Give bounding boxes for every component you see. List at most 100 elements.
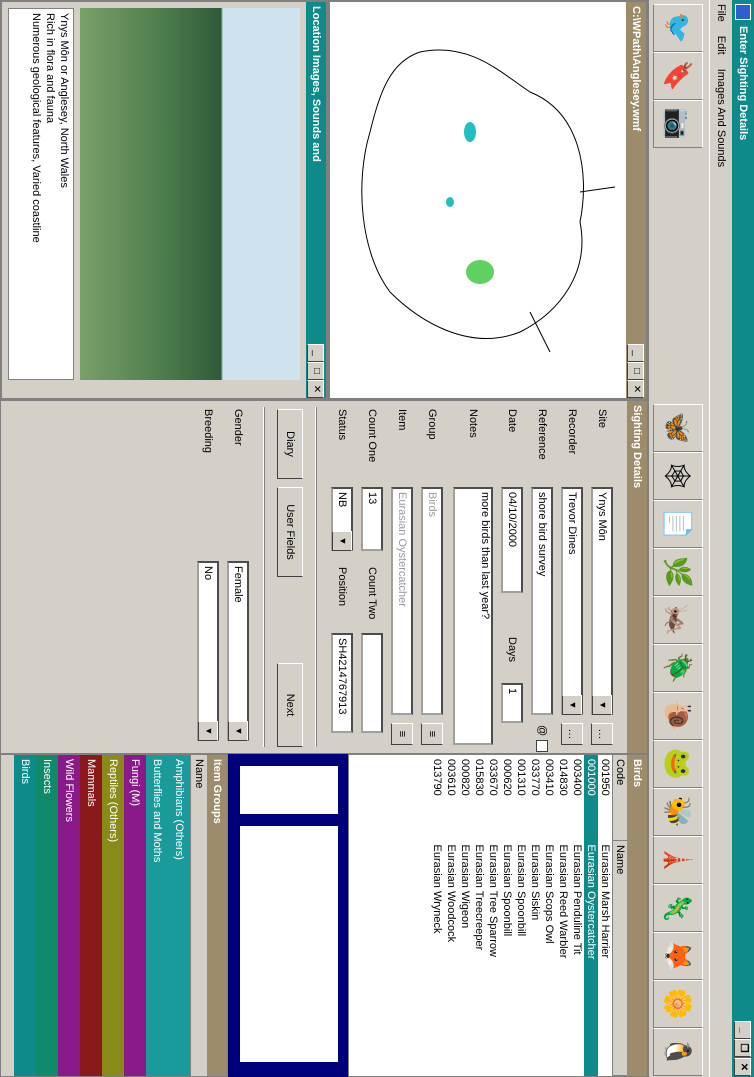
butterfly-icon[interactable]: 🦋 <box>653 404 703 452</box>
group-label: Group <box>426 409 438 440</box>
close-button[interactable]: ✕ <box>734 1058 751 1076</box>
location-photo <box>80 8 300 380</box>
recorder-browse-button[interactable]: … <box>561 723 583 745</box>
group-item[interactable]: Reptiles (Others) <box>102 755 124 1076</box>
days-field[interactable]: 1 <box>501 683 523 723</box>
toolbar: 🐦 🔖 📷 🦋 🕸 📄 🌿 🦗 🪲 🐌 🐸 🐝 🗼 🦎 🦊 🌼 🐧 <box>648 0 710 1077</box>
table-row[interactable]: 001310 Eurasian Spoonbill <box>514 755 528 1076</box>
group-field[interactable]: Birds <box>421 487 443 715</box>
gender-field[interactable]: Female <box>227 561 249 741</box>
table-row-selected[interactable]: 001000 Eurasian Oystercatcher <box>584 755 598 1076</box>
item-field[interactable]: Eurasian Oystercatcher <box>391 487 413 715</box>
at-icon[interactable]: @ <box>536 725 548 736</box>
table-row[interactable]: 033770 Eurasian Siskin <box>528 755 542 1076</box>
site-browse-button[interactable]: … <box>591 723 613 745</box>
item-row: Item Eurasian Oystercatcher ≡ <box>391 409 413 745</box>
flower-icon[interactable]: 🌼 <box>653 980 703 1028</box>
reference-field[interactable]: shore bird survey <box>531 487 553 715</box>
recorder-row: Recorder Trevor Dines ▼ … <box>561 409 583 745</box>
menu-file[interactable]: File <box>715 4 727 22</box>
site-dropdown-icon[interactable]: ▼ <box>592 695 612 715</box>
frog-icon[interactable]: 🐸 <box>653 740 703 788</box>
menu-edit[interactable]: Edit <box>715 36 727 55</box>
bird-face-icon[interactable]: 🐧 <box>653 1028 703 1076</box>
group-list-button[interactable]: ≡ <box>421 723 443 745</box>
recorder-dropdown-icon[interactable]: ▼ <box>562 695 582 715</box>
next-button[interactable]: Next <box>277 663 303 747</box>
table-row[interactable]: 003400 Eurasian Penduline Tit <box>570 755 584 1076</box>
sighting-details-panel: Sighting Details Site Ynys Môn ▼ … Recor… <box>0 400 648 754</box>
bee-icon[interactable]: 🐝 <box>653 788 703 836</box>
fox-icon[interactable]: 🦊 <box>653 932 703 980</box>
recorder-field[interactable]: Trevor Dines <box>561 487 583 715</box>
group-item[interactable]: Mammals <box>80 755 102 1076</box>
group-item[interactable]: Insects <box>36 755 58 1076</box>
location-minimize-button[interactable]: _ <box>307 344 324 362</box>
groups-header: Name <box>190 755 207 1076</box>
count-two-label: Count Two <box>366 567 378 620</box>
table-row[interactable]: 000820 Eurasian Wigeon <box>458 755 472 1076</box>
camera-icon[interactable]: 📷 <box>653 100 703 148</box>
gender-dropdown-icon[interactable]: ▼ <box>228 721 248 741</box>
count-one-field[interactable]: 13 <box>361 487 383 551</box>
diary-button[interactable]: Diary <box>277 409 303 479</box>
snail-icon[interactable]: 🐌 <box>653 692 703 740</box>
notes-icon[interactable]: 📄 <box>653 500 703 548</box>
code-column-header[interactable]: Code <box>612 755 627 841</box>
plant-icon[interactable]: 🌿 <box>653 548 703 596</box>
reference-label: Reference <box>536 409 548 460</box>
location-maximize-button[interactable]: □ <box>307 362 324 380</box>
group-row: Group Birds ≡ <box>421 409 443 745</box>
notes-label: Notes <box>467 409 479 438</box>
item-groups-title: Item Groups <box>207 755 227 1076</box>
date-field[interactable]: 04/10/2000 <box>501 487 523 593</box>
table-row[interactable]: 014830 Eurasian Reed Warbler <box>556 755 570 1076</box>
table-row[interactable]: 000620 Eurasian Spoonbill <box>500 755 514 1076</box>
site-field[interactable]: Ynys Môn <box>591 487 613 715</box>
table-row[interactable]: 033670 Eurasian Tree Sparrow <box>486 755 500 1076</box>
name-column-header[interactable]: Name <box>612 840 627 1076</box>
minimize-button[interactable]: _ <box>734 1021 751 1039</box>
map-maximize-button[interactable]: □ <box>627 362 644 380</box>
group-item[interactable]: Amphibians (Others) <box>168 755 190 1076</box>
window-title: Enter Sighting Details <box>737 26 749 141</box>
bookmark-icon[interactable]: 🔖 <box>653 52 703 100</box>
lizard-icon[interactable]: 🦎 <box>653 884 703 932</box>
image-preview-area <box>228 754 348 1077</box>
anglesey-map[interactable] <box>350 12 620 372</box>
item-groups-panel: Item Groups Name Amphibians (Others) But… <box>0 754 228 1077</box>
web-icon[interactable]: 🕸 <box>653 452 703 500</box>
table-row[interactable]: 013790 Eurasian Wryneck <box>430 755 444 1076</box>
group-item[interactable]: Wild Flowers <box>58 755 80 1076</box>
breeding-dropdown-icon[interactable]: ▼ <box>198 721 218 741</box>
lighthouse-icon[interactable]: 🗼 <box>653 836 703 884</box>
user-fields-button[interactable]: User Fields <box>277 487 303 577</box>
count-two-field[interactable] <box>361 633 383 733</box>
notes-row: Notes more birds than last year? <box>453 409 493 745</box>
table-row[interactable]: 003610 Eurasian Woodcock <box>444 755 458 1076</box>
notes-field[interactable]: more birds than last year? <box>453 487 493 745</box>
status-dropdown-icon[interactable]: ▼ <box>332 531 352 551</box>
table-row[interactable]: 015830 Eurasian Treecreeper <box>472 755 486 1076</box>
map-close-button[interactable]: ✕ <box>627 380 644 398</box>
reference-checkbox[interactable] <box>536 740 548 753</box>
group-item[interactable]: Fungi (M) <box>124 755 146 1076</box>
preview-box-large[interactable] <box>240 826 338 1062</box>
location-close-button[interactable]: ✕ <box>307 380 324 398</box>
group-item[interactable]: Butterflies and Moths <box>146 755 168 1076</box>
position-field[interactable]: SH4214767913 <box>331 633 353 733</box>
grasshopper-icon[interactable]: 🦗 <box>653 596 703 644</box>
table-row[interactable]: 001950 Eurasian Marsh Harrier <box>598 755 613 1076</box>
menu-images-and-sounds[interactable]: Images And Sounds <box>715 69 727 167</box>
position-label: Position <box>336 567 348 607</box>
item-list-button[interactable]: ≡ <box>391 723 413 745</box>
maximize-button[interactable]: ❐ <box>734 1039 751 1057</box>
group-item[interactable]: Birds <box>14 755 36 1076</box>
map-minimize-button[interactable]: _ <box>627 344 644 362</box>
menu-bar: File Edit Images And Sounds <box>710 0 732 1077</box>
breeding-field[interactable]: No <box>197 561 219 741</box>
dragonfly-icon[interactable]: 🪲 <box>653 644 703 692</box>
preview-box-small[interactable] <box>240 766 338 814</box>
table-row[interactable]: 003410 Eurasian Scops Owl <box>542 755 556 1076</box>
bird-icon[interactable]: 🐦 <box>653 4 703 52</box>
